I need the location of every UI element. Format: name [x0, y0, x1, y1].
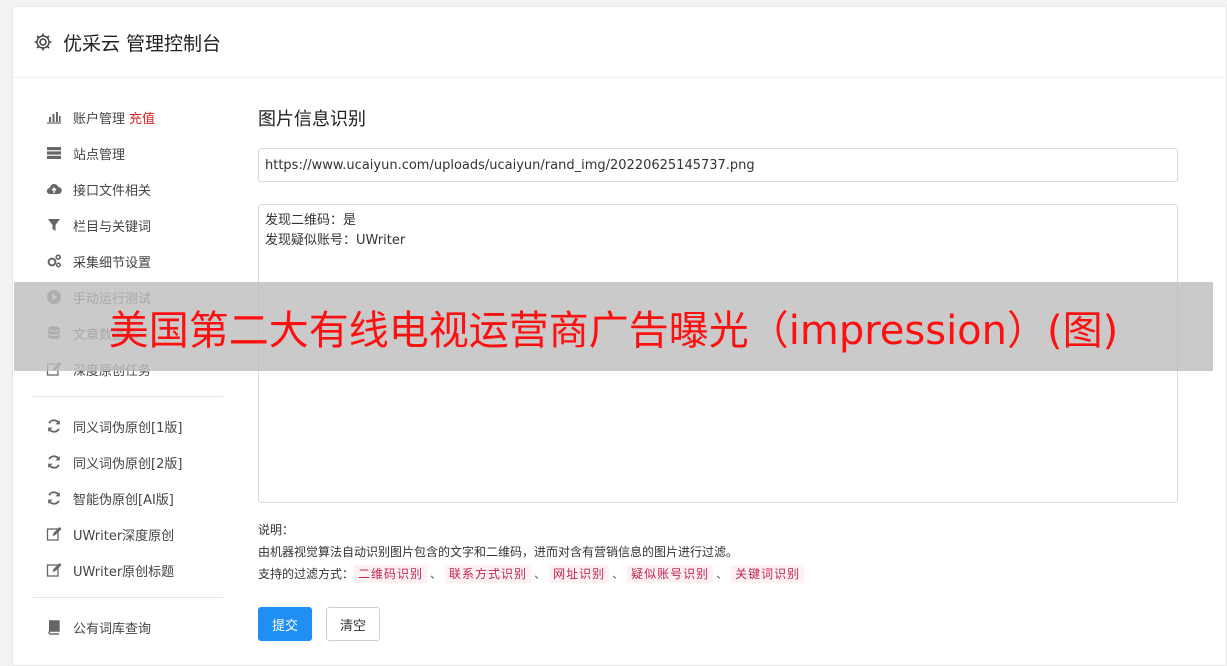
sidebar-item-label: 公有词库查询: [73, 621, 152, 637]
sidebar-item-label: 接口文件相关: [73, 183, 152, 199]
filter-tag: 关键词识别: [731, 565, 805, 583]
recharge-link[interactable]: 充值: [129, 108, 155, 127]
filter-separator: 、: [534, 567, 547, 581]
filter-tag: 联系方式识别: [445, 565, 532, 583]
clear-button[interactable]: 清空: [326, 607, 380, 641]
refresh-icon: [45, 489, 63, 507]
sidebar-item[interactable]: 同义词伪原创[2版]: [33, 444, 223, 480]
sidebar-item[interactable]: 接口文件相关: [33, 171, 223, 207]
sidebar-item[interactable]: 同义词伪原创[1版]: [33, 408, 223, 444]
filter-icon: [45, 216, 63, 234]
sidebar-item[interactable]: UWriter深度原创: [33, 516, 223, 552]
refresh-icon: [45, 417, 63, 435]
console-header: 优采云 管理控制台: [13, 7, 1226, 78]
main-content: 图片信息识别 发现二维码：是 发现疑似账号：UWriter 说明： 由机器视觉算…: [258, 107, 1178, 641]
filter-separator: 、: [430, 567, 443, 581]
refresh-icon: [45, 453, 63, 471]
cogs-icon: [45, 252, 63, 270]
sidebar-item[interactable]: UWriter原创标题: [33, 552, 223, 588]
sidebar-item[interactable]: 站点管理: [33, 135, 223, 171]
sidebar-item-label: 同义词伪原创[2版]: [73, 456, 183, 472]
page-title: 图片信息识别: [258, 109, 366, 130]
button-row: 提交 清空: [258, 607, 1178, 641]
filters-row: 支持的过滤方式： 二维码识别、联系方式识别、网址识别、疑似账号识别、关键词识别: [258, 563, 1178, 585]
sidebar-divider: [33, 597, 223, 598]
gear-icon: [33, 32, 53, 52]
filter-tag: 二维码识别: [354, 565, 428, 583]
sidebar-item-label: 采集细节设置: [73, 255, 152, 271]
sidebar: 账户管理充值站点管理接口文件相关栏目与关键词采集细节设置手动运行测试文章数据库深…: [33, 99, 223, 645]
filters-label: 支持的过滤方式：: [258, 567, 355, 581]
image-url-input[interactable]: [258, 148, 1178, 182]
server-icon: [45, 144, 63, 162]
sidebar-item-label: 栏目与关键词: [73, 219, 152, 235]
bar-chart-icon: [45, 108, 63, 126]
sidebar-item[interactable]: 公有词库查询: [33, 609, 223, 645]
sidebar-item-label: 站点管理: [73, 147, 126, 163]
book-icon: [45, 618, 63, 636]
sidebar-item-label: 同义词伪原创[1版]: [73, 420, 183, 436]
cloud-upload-icon: [45, 180, 63, 198]
sidebar-item-label: UWriter深度原创: [73, 528, 175, 544]
sidebar-item[interactable]: 栏目与关键词: [33, 207, 223, 243]
filter-separator: 、: [716, 567, 729, 581]
filter-separator: 、: [612, 567, 625, 581]
sidebar-item-label: 智能伪原创[AI版]: [73, 492, 174, 508]
filter-tag: 网址识别: [549, 565, 610, 583]
submit-button[interactable]: 提交: [258, 607, 312, 641]
sidebar-item[interactable]: 账户管理 充值: [33, 99, 223, 135]
sidebar-item[interactable]: 智能伪原创[AI版]: [33, 480, 223, 516]
sidebar-item-label: UWriter原创标题: [73, 564, 175, 580]
sidebar-item[interactable]: 采集细节设置: [33, 243, 223, 279]
edit-icon: [45, 561, 63, 579]
edit-icon: [45, 525, 63, 543]
overlay-banner: 美国第二大有线电视运营商广告曝光（impression）(图): [14, 282, 1213, 371]
app-title: 优采云 管理控制台: [63, 32, 222, 55]
desc-label: 说明：: [258, 523, 295, 537]
description: 说明： 由机器视觉算法自动识别图片包含的文字和二维码，进而对含有营销信息的图片进…: [258, 519, 1178, 585]
desc-text: 由机器视觉算法自动识别图片包含的文字和二维码，进而对含有营销信息的图片进行过滤。: [258, 545, 739, 559]
overlay-text: 美国第二大有线电视运营商广告曝光（impression）(图): [108, 307, 1119, 354]
filter-tag: 疑似账号识别: [627, 565, 714, 583]
sidebar-item-label: 账户管理: [73, 111, 126, 127]
sidebar-divider: [33, 396, 223, 397]
